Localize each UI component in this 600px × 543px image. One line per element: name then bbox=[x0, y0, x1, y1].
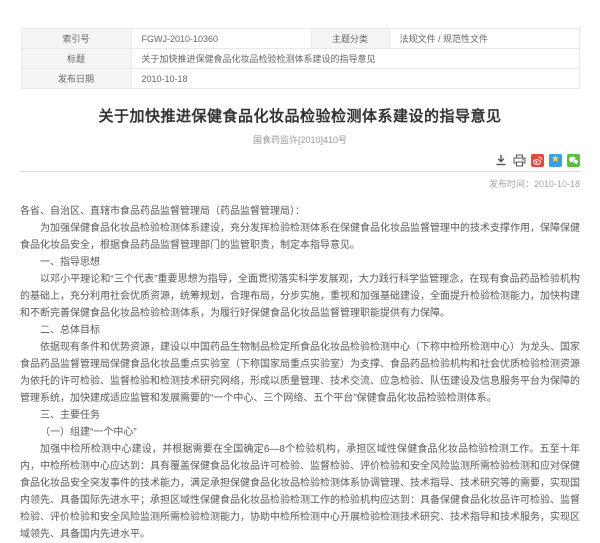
body-paragraph: 三、主要任务 bbox=[20, 407, 580, 424]
index-value: FGWJ-2010-10360 bbox=[131, 29, 311, 49]
document-body: 各省、自治区、直辖市食品药品监督管理局（药品监督管理局）： 为加强保健食品化妆品… bbox=[20, 203, 580, 543]
publish-time-value: 2010-10-18 bbox=[534, 179, 580, 189]
print-icon[interactable] bbox=[512, 153, 526, 167]
salutation: 各省、自治区、直辖市食品药品监督管理局（药品监督管理局）： bbox=[20, 203, 580, 220]
document-page: 索引号 FGWJ-2010-10360 主题分类 法规文件 / 规范性文件 标题… bbox=[0, 0, 600, 543]
table-row: 索引号 FGWJ-2010-10360 主题分类 法规文件 / 规范性文件 bbox=[21, 29, 579, 49]
body-paragraph: 一、指导思想 bbox=[20, 254, 580, 271]
category-label: 主题分类 bbox=[311, 29, 389, 49]
table-row: 发布日期 2010-10-18 bbox=[21, 69, 579, 89]
title-value: 关于加快推进保健食品化妆品检验检测体系建设的指导意见 bbox=[131, 49, 579, 69]
qzone-share-icon[interactable]: ★ bbox=[549, 154, 562, 167]
wechat-share-icon[interactable] bbox=[567, 154, 580, 167]
doc-number: 国食药监许[2010]410号 bbox=[20, 133, 580, 146]
weibo-share-icon[interactable] bbox=[531, 154, 544, 167]
date-value: 2010-10-18 bbox=[131, 69, 579, 89]
body-paragraph: （一）组建“一个中心” bbox=[20, 424, 580, 441]
document-info-table: 索引号 FGWJ-2010-10360 主题分类 法规文件 / 规范性文件 标题… bbox=[21, 28, 580, 89]
body-paragraph: 二、总体目标 bbox=[20, 322, 580, 339]
star-icon: ★ bbox=[551, 155, 560, 165]
divider bbox=[20, 171, 580, 172]
body-paragraph: 加强中检所检测中心建设，并根据需要在全国确定6—8个检验机构，承担区域性保健食品… bbox=[20, 441, 580, 543]
date-label: 发布日期 bbox=[21, 69, 131, 89]
body-paragraph: 以邓小平理论和“三个代表”重要思想为指导，全面贯彻落实科学发展观，大力践行科学监… bbox=[20, 271, 580, 322]
download-icon[interactable] bbox=[494, 153, 508, 167]
page-title: 关于加快推进保健食品化妆品检验检测体系建设的指导意见 bbox=[20, 105, 580, 126]
body-paragraph: 为加强保健食品化妆品检验检测体系建设，充分发挥检验检测体系在保健食品化妆品监督管… bbox=[20, 220, 580, 254]
index-label: 索引号 bbox=[21, 29, 131, 49]
publish-time: 发布时间：2010-10-18 bbox=[20, 177, 580, 190]
table-row: 标题 关于加快推进保健食品化妆品检验检测体系建设的指导意见 bbox=[21, 49, 579, 69]
category-value: 法规文件 / 规范性文件 bbox=[389, 29, 579, 49]
publish-time-label: 发布时间： bbox=[489, 179, 534, 189]
toolbar: ★ bbox=[20, 153, 580, 171]
body-paragraph: 依据现有条件和优势资源，建设以中国药品生物制品检定所食品化妆品检验检测中心（下称… bbox=[20, 339, 580, 407]
paragraph-list: 为加强保健食品化妆品检验检测体系建设，充分发挥检验检测体系在保健食品化妆品监督管… bbox=[20, 220, 580, 543]
title-label: 标题 bbox=[21, 49, 131, 69]
